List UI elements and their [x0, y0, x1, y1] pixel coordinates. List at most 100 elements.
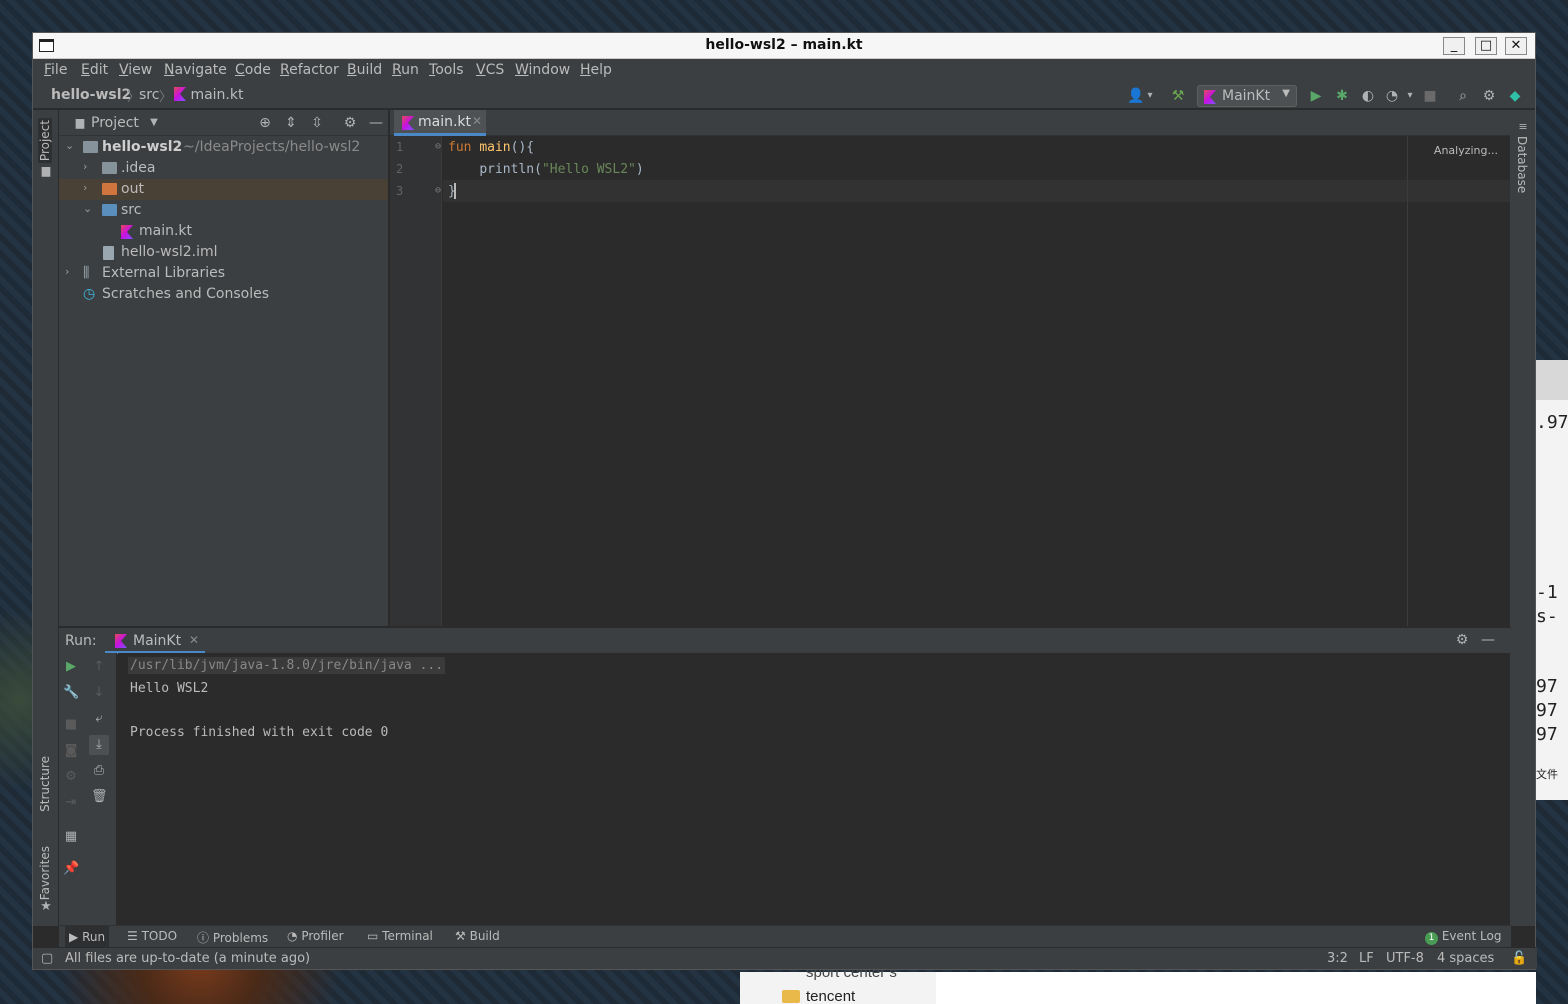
tool-window-database-tab[interactable]: Database	[1515, 136, 1529, 193]
line-separator[interactable]: LF	[1359, 951, 1374, 966]
gear-icon[interactable]: ⚙	[1453, 631, 1471, 649]
tool-window-favorites-tab[interactable]: Favorites	[38, 846, 52, 900]
panel-toggle-icon[interactable]: ▢	[41, 951, 53, 966]
tree-item-external-libraries[interactable]: › ⫼ External Libraries	[59, 263, 388, 284]
settings-icon[interactable]: ⚙	[63, 769, 79, 785]
menu-refactor[interactable]: Refactor	[280, 62, 339, 78]
menu-file[interactable]: File	[44, 62, 67, 78]
tool-tab-problems[interactable]: ⓘ Problems	[197, 929, 268, 946]
file-encoding[interactable]: UTF-8	[1386, 951, 1424, 966]
run-icon[interactable]: ▶	[1307, 87, 1325, 105]
lock-icon[interactable]: 🔓	[1511, 951, 1527, 966]
trash-icon[interactable]: 🗑	[91, 789, 108, 805]
run-configuration-select[interactable]: MainKt ▼	[1197, 85, 1297, 107]
code-editor[interactable]: 1 2 3 ⊖ ⊖ fun main(){ println("Hello WSL…	[390, 136, 1510, 626]
menu-run[interactable]: Run	[392, 62, 419, 78]
breadcrumb-folder[interactable]: src	[139, 87, 159, 103]
chevron-right-icon[interactable]: ›	[83, 160, 87, 173]
coverage-icon[interactable]: ◐	[1359, 87, 1377, 105]
fold-icon[interactable]: ⊖	[435, 185, 441, 196]
tree-item-src[interactable]: ⌄ src	[59, 200, 388, 221]
tool-tab-build[interactable]: ⚒ Build	[455, 929, 500, 943]
menu-code[interactable]: Code	[235, 62, 271, 78]
tool-tab-label: Run	[82, 930, 106, 944]
close-icon[interactable]: ✕	[189, 633, 199, 647]
background-folder-label[interactable]: tencent	[806, 988, 855, 1004]
stop-icon[interactable]: ■	[1421, 87, 1439, 105]
collapse-all-icon[interactable]: ⇳	[308, 114, 326, 132]
menu-vcs[interactable]: VCS	[476, 62, 504, 78]
title-bar[interactable]: hello-wsl2 – main.kt _ □ ✕	[33, 33, 1535, 59]
tool-tab-profiler[interactable]: ◔ Profiler	[287, 929, 344, 943]
minimize-button[interactable]: _	[1443, 37, 1465, 55]
soft-wrap-icon[interactable]: ⤶	[91, 711, 107, 727]
tool-window-project-tab[interactable]: Project	[38, 118, 52, 164]
gear-icon[interactable]: ⚙	[1480, 87, 1498, 105]
project-view-label[interactable]: Project	[91, 115, 139, 131]
rerun-icon[interactable]: ▶	[63, 659, 79, 675]
tree-item-project-root[interactable]: ⌄ hello-wsl2 ~/IdeaProjects/hello-wsl2	[59, 137, 388, 158]
stop-icon[interactable]: ■	[63, 717, 79, 733]
menu-edit[interactable]: Edit	[81, 62, 108, 78]
run-tab-mainkt[interactable]: MainKt ✕	[105, 628, 205, 654]
indent-setting[interactable]: 4 spaces	[1437, 951, 1494, 966]
camera-icon[interactable]: ◙	[63, 743, 79, 759]
layout-icon[interactable]: ▦	[63, 829, 79, 845]
jetbrains-toolbox-icon[interactable]: ◆	[1506, 87, 1524, 105]
build-hammer-icon[interactable]: ⚒	[1169, 87, 1187, 105]
hide-panel-icon[interactable]: —	[367, 114, 385, 132]
exit-icon[interactable]: ⇥	[63, 795, 79, 811]
wrench-icon[interactable]: 🔧	[63, 685, 79, 701]
search-icon[interactable]: ⌕	[1454, 87, 1472, 105]
event-log-button[interactable]: 1 Event Log	[1425, 929, 1501, 945]
arrow-up-icon[interactable]: ↑	[91, 659, 107, 675]
tree-item-out[interactable]: › out	[59, 179, 388, 200]
chevron-down-icon[interactable]: ▾	[1401, 87, 1419, 105]
breadcrumb-project[interactable]: hello-wsl2	[51, 87, 131, 103]
tool-tab-terminal[interactable]: ▭ Terminal	[367, 929, 433, 943]
editor-tab-main-kt[interactable]: main.kt ✕	[394, 110, 486, 136]
close-icon[interactable]: ✕	[472, 114, 482, 128]
menu-view[interactable]: View	[119, 62, 152, 78]
chevron-down-icon[interactable]: ▾	[1141, 87, 1159, 105]
close-button[interactable]: ✕	[1505, 37, 1527, 55]
library-icon: ⫼	[83, 265, 90, 281]
chevron-down-icon[interactable]: ⌄	[65, 139, 74, 152]
tree-item-scratches[interactable]: ◷ Scratches and Consoles	[59, 284, 388, 305]
gear-icon[interactable]: ⚙	[341, 114, 359, 132]
chevron-right-icon[interactable]: ›	[83, 181, 87, 194]
locate-file-icon[interactable]: ⊕	[256, 114, 274, 132]
chevron-right-icon[interactable]: ›	[65, 265, 69, 278]
menu-window[interactable]: Window	[515, 62, 570, 78]
profile-icon[interactable]: ◔	[1383, 87, 1401, 105]
chevron-down-icon[interactable]: ⌄	[83, 202, 92, 215]
tree-item-idea[interactable]: › .idea	[59, 158, 388, 179]
menu-tools[interactable]: Tools	[429, 62, 464, 78]
hide-panel-icon[interactable]: —	[1479, 631, 1497, 649]
expand-all-icon[interactable]: ⇕	[282, 114, 300, 132]
menu-build[interactable]: Build	[347, 62, 382, 78]
breadcrumb-file[interactable]: main.kt	[174, 87, 243, 103]
status-message[interactable]: All files are up-to-date (a minute ago)	[65, 951, 310, 966]
console-command-line[interactable]: /usr/lib/jvm/java-1.8.0/jre/bin/java ...	[128, 657, 446, 674]
run-console[interactable]: /usr/lib/jvm/java-1.8.0/jre/bin/java ...…	[118, 653, 1510, 925]
print-icon[interactable]: ⎙	[91, 763, 107, 779]
chevron-down-icon[interactable]: ▼	[145, 114, 163, 132]
module-file-icon	[103, 246, 114, 260]
menu-navigate[interactable]: Navigate	[164, 62, 227, 78]
tree-item-main-kt[interactable]: main.kt	[59, 221, 388, 242]
pin-icon[interactable]: 📌	[63, 861, 79, 877]
debug-icon[interactable]: ✱	[1333, 87, 1351, 105]
tool-window-structure-tab[interactable]: Structure	[38, 756, 52, 812]
arrow-down-icon[interactable]: ↓	[91, 685, 107, 701]
maximize-button[interactable]: □	[1475, 37, 1497, 55]
tree-item-label: .idea	[121, 160, 156, 176]
tree-item-iml[interactable]: hello-wsl2.iml	[59, 242, 388, 263]
tool-tab-todo[interactable]: ☰ TODO	[127, 929, 177, 943]
caret-position[interactable]: 3:2	[1327, 951, 1348, 966]
scroll-to-end-icon[interactable]: ⤓	[89, 735, 109, 755]
menu-help[interactable]: Help	[580, 62, 612, 78]
folder-icon: ▆	[75, 116, 85, 129]
fold-icon[interactable]: ⊖	[435, 141, 441, 152]
tool-tab-run[interactable]: ▶ Run	[65, 926, 110, 948]
